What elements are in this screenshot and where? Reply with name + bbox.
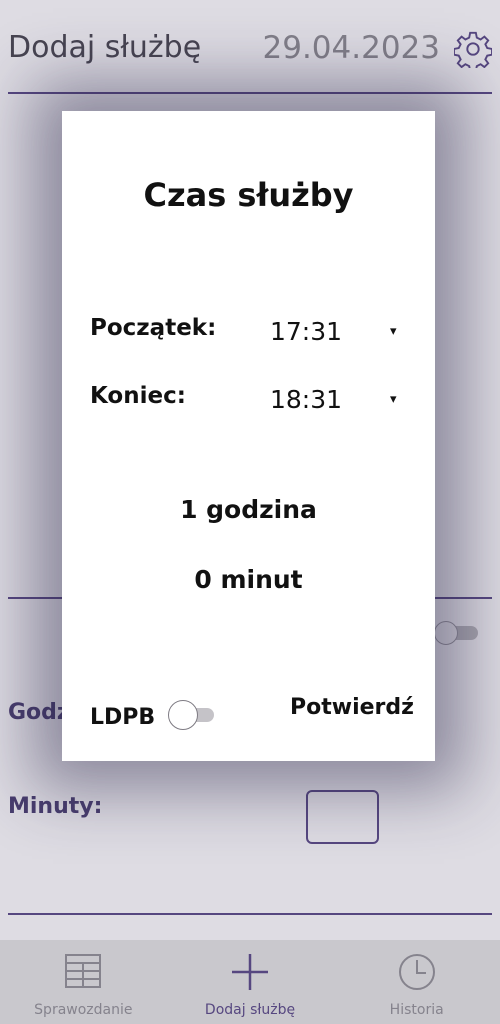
toggle-knob bbox=[168, 700, 198, 730]
ldpb-label: LDPB bbox=[90, 705, 156, 730]
chevron-down-icon[interactable]: ▾ bbox=[390, 324, 397, 339]
end-label: Koniec: bbox=[90, 383, 186, 409]
service-time-dialog: Czas służby Początek: 17:31 ▾ Koniec: 18… bbox=[62, 111, 435, 761]
duration-minutes: 0 minut bbox=[194, 565, 303, 594]
duration-hours: 1 godzina bbox=[180, 495, 317, 524]
chevron-down-icon[interactable]: ▾ bbox=[390, 392, 397, 407]
confirm-button[interactable]: Potwierdź bbox=[290, 695, 414, 720]
dialog-title: Czas służby bbox=[143, 176, 354, 214]
end-time-select[interactable]: 18:31 bbox=[270, 385, 342, 414]
ldpb-toggle[interactable] bbox=[168, 700, 214, 730]
start-label: Początek: bbox=[90, 315, 217, 341]
start-time-select[interactable]: 17:31 bbox=[270, 317, 342, 346]
